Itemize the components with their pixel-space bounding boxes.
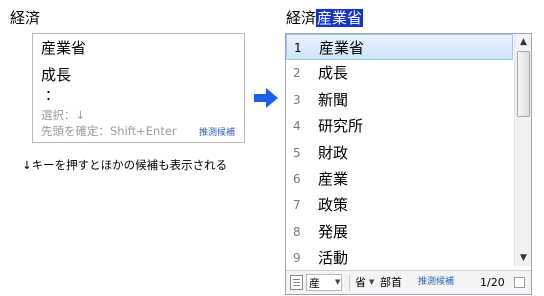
select-hint: 選択：↓	[41, 108, 86, 122]
candidate-number: 2	[293, 66, 301, 81]
confirm-hint: 先頭を確定：Shift+Enter	[41, 124, 177, 138]
candidate-text: 政策	[318, 196, 349, 215]
candidate-number: 3	[293, 92, 301, 107]
prediction-popup: 産業省 成長 ： 選択：↓ 先頭を確定：Shift+Enter 推測候補	[32, 33, 245, 143]
candidate-row[interactable]: 2 成長	[286, 60, 513, 86]
candidate-window: 1 産業省 2 成長 3 新聞 4 研究所 5 財政 6 産業 7 政策 8 発展 9 活動 ▲ ▼ 産 ▼ 省 …	[285, 33, 532, 295]
candidate-number: 9	[293, 251, 301, 266]
left-composition-text: 経済	[10, 9, 41, 27]
candidate-number: 1	[294, 41, 302, 55]
candidate-toolbar: 産 ▼ 省 ▼ 部首 推測候補 1/20	[286, 270, 531, 294]
composition-highlight: 産業省	[316, 9, 364, 27]
page-indicator: 1/20	[480, 276, 505, 289]
explanation-note: ↓キーを押すとほかの候補も表示される	[22, 158, 228, 172]
more-candidates-ellipsis: ：	[45, 88, 59, 104]
candidate-row[interactable]: 9 活動	[286, 245, 513, 271]
candidate-text: 研究所	[318, 117, 364, 136]
document-icon[interactable]	[290, 275, 303, 290]
candidate-text: 産業	[318, 169, 349, 188]
prediction-tag: 推測候補	[418, 277, 455, 287]
chevron-down-icon[interactable]: ▼	[335, 274, 340, 291]
candidate-text: 活動	[318, 249, 349, 268]
candidate-row[interactable]: 3 新聞	[286, 87, 513, 113]
candidate-row[interactable]: 5 財政	[286, 140, 513, 166]
candidate-text: 新聞	[318, 90, 349, 109]
prediction-candidate[interactable]: 成長	[41, 65, 71, 85]
candidate-number: 6	[293, 171, 301, 186]
candidate-text: 財政	[318, 143, 349, 162]
candidate-number: 8	[293, 224, 301, 239]
triangle-up-icon[interactable]: ▲	[515, 35, 531, 49]
candidate-row[interactable]: 8 発展	[286, 219, 513, 245]
prediction-candidate[interactable]: 産業省	[41, 38, 86, 58]
prediction-tag: 推測候補	[198, 128, 235, 138]
candidate-row[interactable]: 6 産業	[286, 166, 513, 192]
radical-button[interactable]: 部首	[380, 274, 402, 291]
resize-grip-icon[interactable]	[514, 277, 525, 288]
candidate-text: 成長	[318, 64, 349, 83]
candidate-number: 7	[293, 198, 301, 213]
candidate-number: 4	[293, 119, 301, 134]
candidate-row[interactable]: 7 政策	[286, 192, 513, 218]
toolbar-divider	[349, 275, 350, 291]
composition-prefix: 経済	[286, 9, 317, 27]
candidate-row[interactable]: 1 産業省	[286, 34, 513, 61]
right-arrow-icon	[254, 88, 278, 108]
candidate-list: 1 産業省 2 成長 3 新聞 4 研究所 5 財政 6 産業 7 政策 8 発展 9 活動	[286, 34, 513, 272]
candidate-text: 発展	[318, 222, 349, 241]
scrollbar[interactable]: ▲ ▼	[514, 34, 531, 266]
right-composition-text: 経済産業省	[286, 8, 364, 28]
candidate-number: 5	[293, 145, 301, 160]
scroll-thumb[interactable]	[517, 51, 530, 117]
chevron-down-icon[interactable]: ▼	[369, 274, 374, 291]
candidate-text: 産業省	[319, 39, 365, 57]
triangle-down-icon[interactable]: ▼	[515, 251, 531, 265]
candidate-row[interactable]: 4 研究所	[286, 113, 513, 139]
dictionary-dropdown-2[interactable]: 省	[355, 274, 366, 291]
